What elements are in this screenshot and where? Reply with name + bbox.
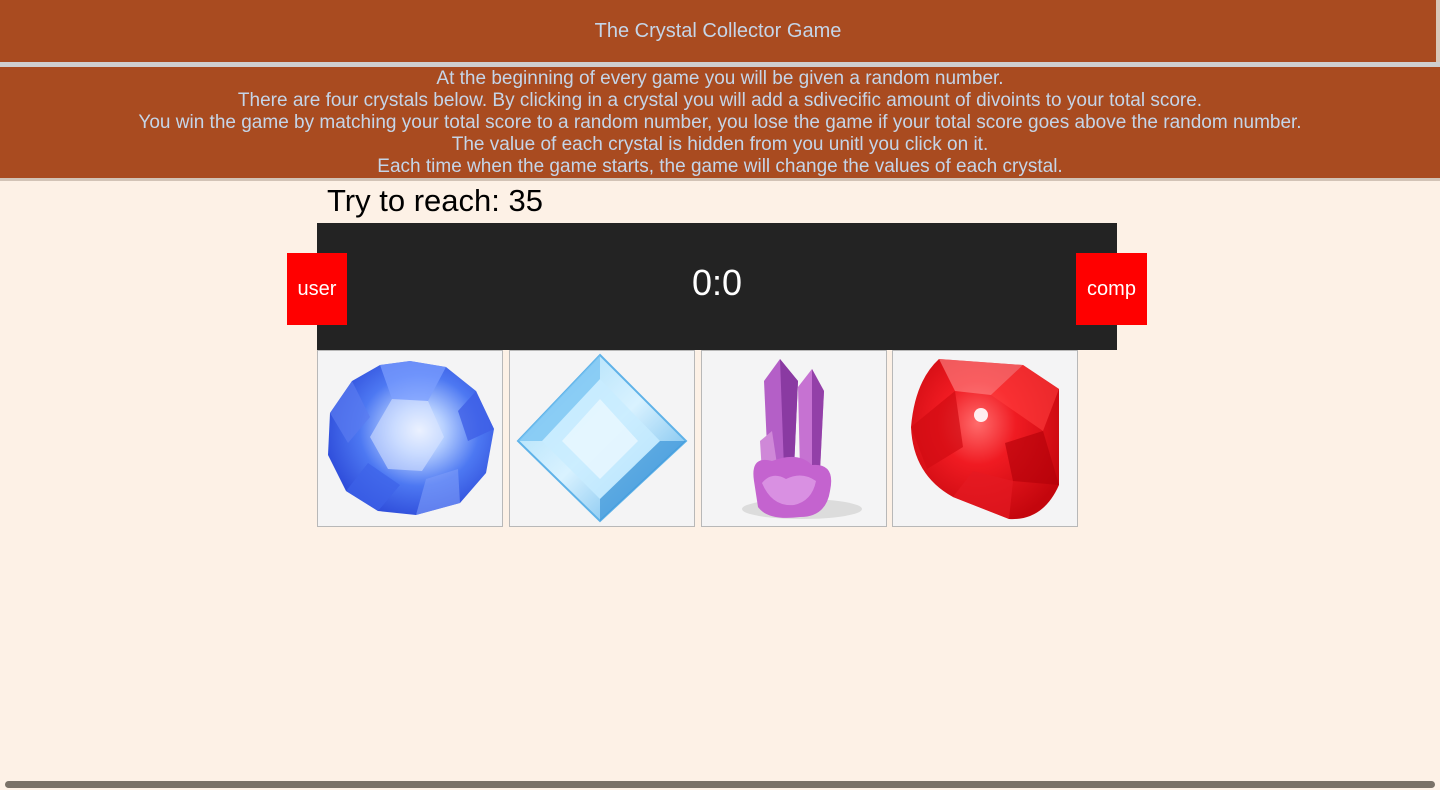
instruction-line: The value of each crystal is hidden from…	[451, 134, 989, 155]
game-title: The Crystal Collector Game	[594, 19, 842, 42]
target-number: Try to reach: 35	[327, 183, 543, 218]
light-blue-diamond-gem-icon	[516, 353, 688, 523]
game-title-bar: The Crystal Collector Game	[0, 0, 1440, 62]
instruction-line: Each time when the game starts, the game…	[377, 156, 1063, 177]
comp-button[interactable]: comp	[1076, 253, 1147, 325]
crystal-button-lightblue[interactable]	[509, 350, 695, 527]
red-ruby-gem-icon	[911, 359, 1059, 520]
crystal-button-purple[interactable]	[701, 350, 887, 527]
instructions-divider	[0, 178, 1440, 181]
user-button[interactable]: user	[287, 253, 347, 325]
instruction-line: You win the game by matching your total …	[138, 112, 1302, 133]
crystal-button-blue[interactable]	[317, 350, 503, 527]
instruction-line: There are four crystals below. By clicki…	[237, 90, 1203, 111]
instructions-panel: At the beginning of every game you will …	[0, 67, 1440, 178]
purple-crystal-cluster-icon	[742, 359, 862, 519]
horizontal-scrollbar[interactable]	[5, 781, 1435, 788]
instruction-line: At the beginning of every game you will …	[436, 68, 1004, 89]
crystal-button-red[interactable]	[892, 350, 1078, 527]
score-display: 0:0	[691, 262, 743, 303]
blue-round-gem-icon	[328, 361, 494, 515]
